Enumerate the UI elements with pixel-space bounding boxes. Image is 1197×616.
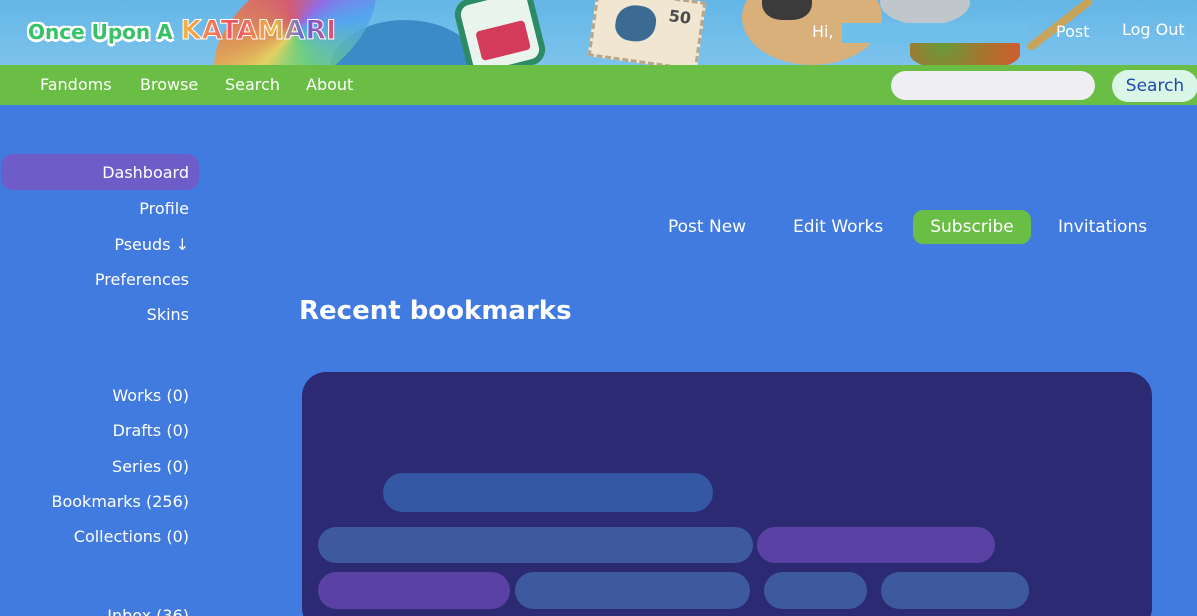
stamp-number: 50: [667, 5, 693, 28]
sidebar-item-series[interactable]: Series (0): [112, 457, 189, 476]
username-redacted[interactable]: [842, 23, 1027, 43]
tag-placeholder: [881, 572, 1029, 609]
logout-link[interactable]: Log Out: [1122, 20, 1185, 39]
logo-text-primary: Once Upon A: [28, 20, 173, 44]
nav-search[interactable]: Search: [225, 75, 280, 94]
tag-placeholder: [318, 572, 510, 609]
sidebar-item-dashboard[interactable]: Dashboard: [102, 163, 189, 182]
sidebar-item-bookmarks[interactable]: Bookmarks (256): [52, 492, 190, 511]
post-link[interactable]: Post: [1056, 22, 1089, 41]
nav-about[interactable]: About: [306, 75, 353, 94]
sidebar-item-preferences[interactable]: Preferences: [95, 270, 189, 289]
sidebar-item-skins[interactable]: Skins: [147, 305, 189, 324]
tag-placeholder: [764, 572, 867, 609]
tag-placeholder: [757, 527, 995, 563]
nav-browse[interactable]: Browse: [140, 75, 198, 94]
can-artwork: [451, 0, 549, 65]
sidebar-item-pseuds[interactable]: Pseuds ↓: [114, 235, 189, 254]
bookmark-card: [302, 372, 1152, 616]
bird-icon: [613, 2, 658, 44]
plate-artwork: [880, 0, 970, 25]
logo-text-katamari: KATAMARI: [180, 15, 337, 47]
tag-placeholder: [515, 572, 750, 609]
sidebar-item-profile[interactable]: Profile: [139, 199, 189, 218]
sidebar-item-inbox[interactable]: Inbox (36): [107, 606, 189, 616]
greeting-label: Hi,: [812, 22, 834, 41]
bookmark-title-placeholder: [383, 473, 713, 512]
nav-fandoms[interactable]: Fandoms: [40, 75, 112, 94]
page: { "header": { "logo_part1": "Once Upon A…: [0, 0, 1197, 616]
sidebar-item-works[interactable]: Works (0): [112, 386, 189, 405]
sidebar-item-drafts[interactable]: Drafts (0): [113, 421, 189, 440]
stamp-artwork: 50: [587, 0, 707, 65]
primary-navigation: Fandoms Browse Search About Search: [0, 65, 1197, 105]
search-input[interactable]: [891, 71, 1095, 100]
subnav-post-new[interactable]: Post New: [668, 217, 746, 237]
subscribe-button[interactable]: Subscribe: [913, 210, 1031, 244]
search-button[interactable]: Search: [1112, 70, 1197, 102]
site-logo[interactable]: Once Upon A KATAMARI: [28, 15, 337, 51]
subnav-edit-works[interactable]: Edit Works: [793, 217, 883, 237]
page-title: Recent bookmarks: [299, 296, 572, 326]
sidebar-item-collections[interactable]: Collections (0): [74, 527, 189, 546]
header-banner: 50 Once Upon A KATAMARI Hi, Post Log Out: [0, 0, 1197, 65]
subnav-invitations[interactable]: Invitations: [1058, 217, 1147, 237]
tag-placeholder: [318, 527, 753, 563]
